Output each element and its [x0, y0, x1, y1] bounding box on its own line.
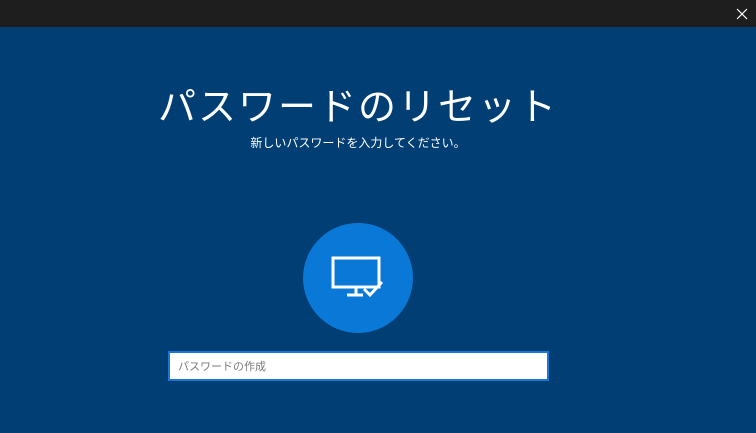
new-password-input[interactable] — [170, 353, 547, 379]
account-avatar — [303, 223, 413, 333]
close-icon — [736, 8, 748, 19]
title-bar — [0, 0, 756, 27]
password-field-container — [168, 351, 549, 381]
password-reset-window: パスワードのリセット 新しいパスワードを入力してください。 — [0, 0, 756, 433]
monitor-check-icon — [331, 256, 384, 298]
reset-content: パスワードのリセット 新しいパスワードを入力してください。 — [0, 27, 756, 433]
page-subtitle: 新しいパスワードを入力してください。 — [250, 136, 466, 150]
close-button[interactable] — [728, 0, 756, 27]
page-title: パスワードのリセット — [157, 85, 558, 129]
